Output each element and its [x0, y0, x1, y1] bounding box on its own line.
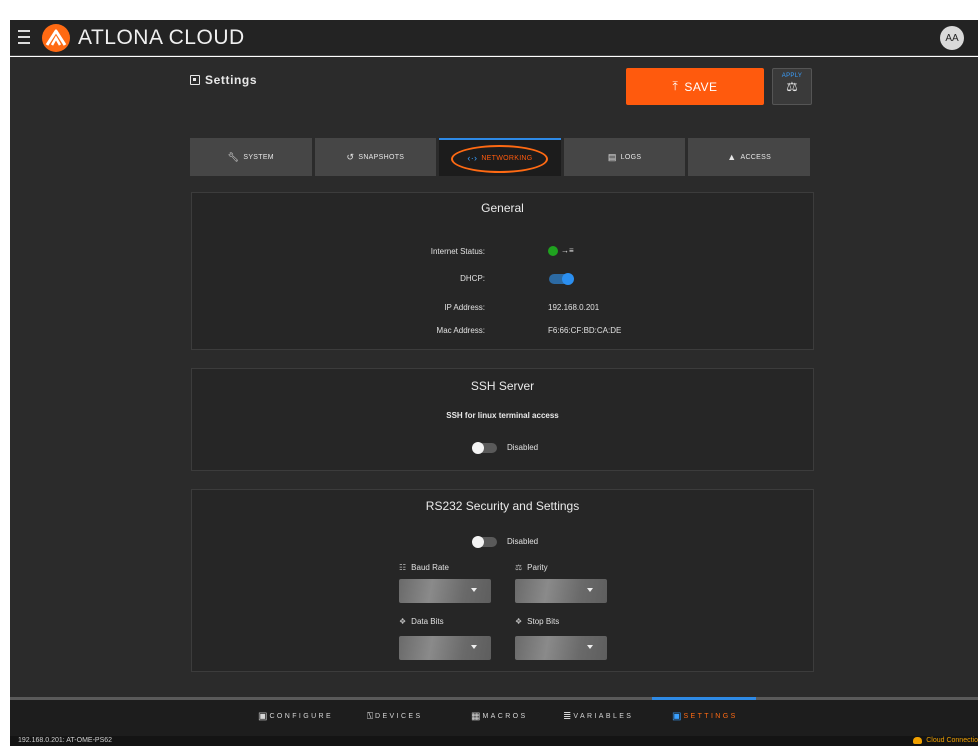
history-icon: ↺	[346, 151, 355, 162]
tab-access[interactable]: ▲ ACCESS	[688, 138, 810, 176]
mac-address-label: Mac Address:	[436, 326, 485, 335]
ssh-subtitle: SSH for linux terminal access	[446, 411, 559, 420]
tab-system-label: SYSTEM	[243, 153, 274, 161]
nav-settings[interactable]: ▣ SETTINGS	[672, 711, 738, 722]
hamburger-menu-icon[interactable]	[18, 30, 30, 44]
apply-hand-icon: ⚖	[786, 80, 798, 95]
atlona-logo-icon	[42, 24, 70, 52]
rs232-status-label: Disabled	[507, 537, 539, 546]
settings-tabs: 🔧︎ SYSTEM ↺ SNAPSHOTS ‹·› NETWORKING ▤ L…	[190, 138, 810, 176]
nav-settings-label: SETTINGS	[683, 713, 738, 720]
internet-status-label: Internet Status:	[430, 247, 485, 256]
settings-icon	[190, 75, 200, 85]
ip-address-value: 192.168.0.201	[548, 303, 600, 312]
upload-icon: ⤒	[672, 79, 679, 93]
settings-page: Settings ⤒ SAVE APPLY ⚖ 🔧︎ SYSTEM ↺ SNAP…	[10, 57, 978, 697]
tab-system[interactable]: 🔧︎ SYSTEM	[190, 138, 312, 176]
tab-snapshots-label: SNAPSHOTS	[358, 153, 405, 161]
nav-macros[interactable]: ▦ MACROS	[471, 711, 528, 722]
data-bits-select[interactable]	[399, 636, 491, 660]
baud-rate-icon: ☷	[399, 563, 407, 572]
stop-bits-icon: ❖	[515, 617, 523, 626]
chevron-down-icon	[587, 645, 593, 649]
nav-macros-label: MACROS	[482, 713, 528, 720]
rs232-panel: RS232 Security and Settings Disabled ☷ B…	[191, 489, 814, 672]
document-icon: ▤	[607, 151, 617, 162]
cloud-status: Cloud Connectio	[913, 737, 978, 744]
nav-variables[interactable]: ≣ VARIABLES	[563, 711, 633, 722]
status-bar: 192.168.0.201: AT-OME-PS62 Cloud Connect…	[10, 736, 978, 746]
sliders-icon: ≣	[563, 711, 572, 722]
tab-snapshots[interactable]: ↺ SNAPSHOTS	[314, 138, 437, 176]
general-title: General	[481, 201, 524, 215]
data-bits-icon: ❖	[399, 617, 407, 626]
user-avatar[interactable]: AA	[940, 26, 964, 50]
settings-icon: ▣	[672, 711, 682, 722]
grid-icon: ▦	[471, 711, 481, 722]
rs232-toggle[interactable]	[472, 536, 497, 548]
dhcp-toggle-knob	[562, 273, 574, 285]
baud-rate-label-text: Baud Rate	[411, 563, 449, 572]
parity-icon: ⚖	[515, 563, 523, 572]
bottom-nav: ▣ CONFIGURE ⍂ DEVICES ▦ MACROS ≣ VARIABL…	[10, 697, 978, 736]
cloud-status-label: Cloud Connectio	[926, 737, 978, 744]
parity-label: ⚖ Parity	[515, 563, 548, 572]
apply-button[interactable]: APPLY ⚖	[772, 68, 812, 105]
nav-configure-label: CONFIGURE	[269, 713, 334, 720]
top-app-bar: ATLONA CLOUD AA	[10, 20, 978, 56]
save-button[interactable]: ⤒ SAVE	[626, 68, 764, 105]
data-bits-label-text: Data Bits	[411, 617, 444, 626]
tab-logs-label: LOGS	[620, 153, 642, 161]
mac-address-value: F6:66:CF:BD:CA:DE	[548, 326, 622, 335]
dhcp-label: DHCP:	[460, 274, 485, 283]
apply-button-label: APPLY	[781, 73, 803, 79]
chevron-down-icon	[471, 588, 477, 592]
stop-bits-label-text: Stop Bits	[527, 617, 560, 626]
highlight-ring	[451, 145, 549, 173]
nav-active-indicator	[652, 697, 756, 700]
chevron-down-icon	[471, 645, 477, 649]
cloud-icon	[913, 737, 923, 744]
nav-devices[interactable]: ⍂ DEVICES	[367, 711, 423, 722]
baud-rate-select[interactable]	[399, 579, 491, 603]
dhcp-toggle[interactable]	[549, 273, 574, 285]
page-title-text: Settings	[205, 73, 258, 87]
baud-rate-label: ☷ Baud Rate	[399, 563, 449, 572]
rs232-title: RS232 Security and Settings	[425, 499, 580, 513]
ip-address-label: IP Address:	[444, 303, 485, 312]
ssh-panel: SSH Server SSH for linux terminal access…	[191, 368, 814, 471]
parity-label-text: Parity	[527, 563, 548, 572]
chevron-down-icon	[587, 588, 593, 592]
ssh-toggle[interactable]	[472, 442, 497, 454]
nav-devices-label: DEVICES	[375, 713, 423, 720]
page-title: Settings	[190, 73, 257, 87]
tab-logs[interactable]: ▤ LOGS	[563, 138, 686, 176]
data-bits-label: ❖ Data Bits	[399, 617, 444, 626]
rs232-toggle-knob	[472, 536, 484, 548]
network-arrows-icon: →≡	[561, 246, 574, 255]
ssh-title: SSH Server	[470, 379, 535, 393]
device-info: 192.168.0.201: AT-OME-PS62	[18, 737, 113, 744]
parity-select[interactable]	[515, 579, 607, 603]
wrench-icon: 🔧︎	[227, 151, 240, 162]
devices-icon: ⍂	[367, 711, 373, 722]
nav-configure[interactable]: ▣ CONFIGURE	[258, 711, 333, 722]
stop-bits-label: ❖ Stop Bits	[515, 617, 559, 626]
nav-variables-label: VARIABLES	[573, 713, 634, 720]
tab-access-label: ACCESS	[740, 153, 772, 161]
tablet-icon: ▣	[258, 711, 268, 722]
save-button-label: SAVE	[684, 79, 718, 94]
internet-status-indicator	[548, 246, 558, 256]
tab-networking[interactable]: ‹·› NETWORKING	[439, 138, 561, 176]
ssh-status-label: Disabled	[507, 443, 539, 452]
ssh-toggle-knob	[472, 442, 484, 454]
person-icon: ▲	[727, 152, 737, 162]
general-panel: General Internet Status: →≡ DHCP: IP Add…	[191, 192, 814, 350]
app-title: ATLONA CLOUD	[78, 26, 245, 49]
stop-bits-select[interactable]	[515, 636, 607, 660]
